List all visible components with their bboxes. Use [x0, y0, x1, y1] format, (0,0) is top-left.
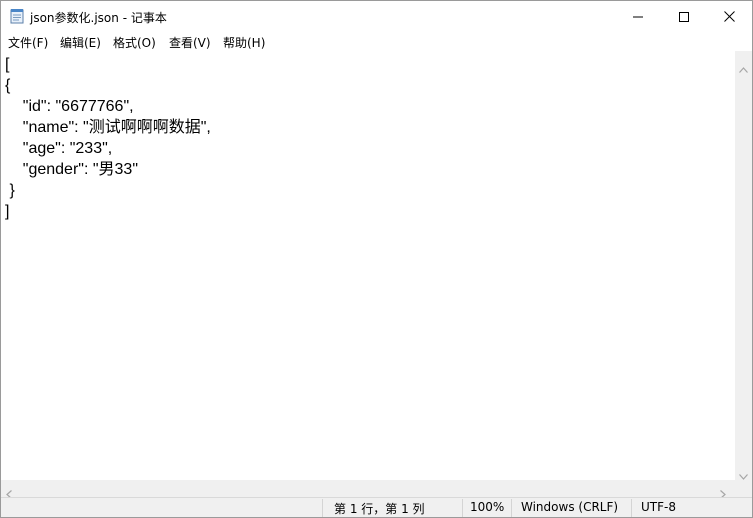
line-ending: Windows (CRLF) [521, 500, 619, 514]
editor-line[interactable]: { [5, 75, 211, 96]
editor-line[interactable]: "gender": "男33" [5, 159, 211, 180]
maximize-icon [679, 7, 689, 26]
editor-content[interactable]: [ { "id": "6677766", "name": "测试啊啊啊数据", … [5, 54, 211, 222]
editor-line[interactable]: "age": "233", [5, 138, 211, 159]
status-bar: 第 1 行，第 1 列 100% Windows (CRLF) UTF-8 [1, 497, 752, 517]
vertical-scrollbar[interactable] [735, 51, 752, 480]
title-bar[interactable]: json参数化.json - 记事本 [1, 1, 752, 32]
cursor-position: 第 1 行，第 1 列 [334, 502, 425, 516]
scrollbar-corner [735, 480, 752, 497]
status-divider [322, 499, 323, 517]
editor-line[interactable]: "name": "测试啊啊啊数据", [5, 117, 211, 138]
editor-line[interactable]: } [5, 180, 211, 201]
editor-line[interactable]: "id": "6677766", [5, 96, 211, 117]
scroll-up-arrow-icon[interactable] [739, 58, 748, 77]
encoding: UTF-8 [641, 500, 676, 514]
menu-format[interactable]: 格式(O) [113, 34, 156, 51]
window-title: json参数化.json - 记事本 [30, 11, 167, 25]
minimize-button[interactable] [615, 1, 661, 32]
minimize-icon [633, 7, 643, 26]
menu-bar: 文件(F) 编辑(E) 格式(O) 查看(V) 帮助(H) [1, 32, 752, 51]
status-divider [462, 499, 463, 517]
text-editor[interactable]: [ { "id": "6677766", "name": "测试啊啊啊数据", … [1, 51, 735, 480]
maximize-button[interactable] [661, 1, 707, 32]
menu-help[interactable]: 帮助(H) [223, 34, 265, 51]
editor-line[interactable]: [ [5, 54, 211, 75]
menu-edit[interactable]: 编辑(E) [60, 34, 101, 51]
horizontal-scrollbar[interactable] [1, 480, 735, 499]
menu-view[interactable]: 查看(V) [169, 34, 211, 51]
notepad-window: json参数化.json - 记事本 文件(F) 编辑(E) 格式(O) 查看(… [0, 0, 753, 518]
close-icon [723, 7, 735, 26]
zoom-level: 100% [470, 500, 505, 514]
notepad-icon [10, 8, 24, 24]
status-divider [511, 499, 512, 517]
close-button[interactable] [706, 1, 752, 32]
status-divider [631, 499, 632, 517]
editor-line[interactable]: ] [5, 201, 211, 222]
menu-file[interactable]: 文件(F) [8, 34, 48, 51]
